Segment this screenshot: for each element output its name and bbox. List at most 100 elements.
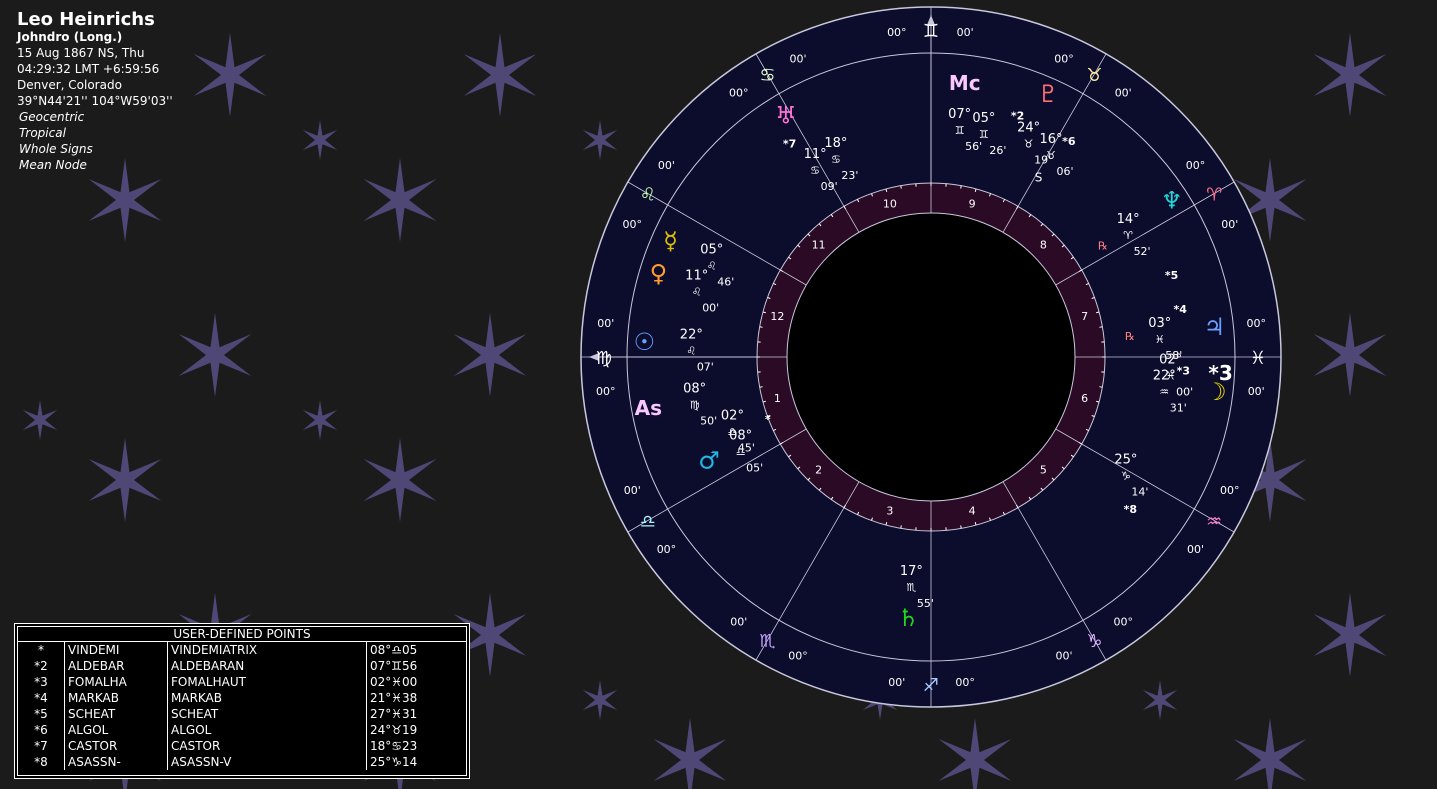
mars-minute: 05': [746, 462, 763, 475]
cusp-minute: 00': [624, 484, 641, 497]
zodiac-sign-icon: ♎: [640, 512, 656, 533]
neptune-sign: ♈: [1123, 229, 1133, 242]
mc-degree-2: 05°: [972, 111, 995, 126]
point-position: 18°♋23: [370, 739, 418, 753]
star-mark: *8: [18, 754, 65, 770]
uranus-minute-2: 23': [841, 169, 858, 182]
table-row: *8 ASASSN- ASASSN-V 25°♑14: [18, 754, 466, 770]
user-defined-points-panel: USER-DEFINED POINTS * VINDEMI VINDEMIATRIX…: [14, 623, 470, 779]
cusp-degree: 00°: [596, 385, 616, 398]
house-number: 6: [1081, 392, 1088, 405]
point-name: FOMALHAUT: [167, 674, 367, 690]
neptune-icon[interactable]: ♆: [1161, 187, 1183, 215]
mercury-minute: 46': [717, 275, 734, 288]
zodiac-sign-icon: ♓: [1250, 348, 1266, 369]
point-name: SCHEAT: [167, 706, 367, 722]
zodiac-sign-icon: ♒: [1206, 512, 1222, 533]
house-number: 4: [969, 505, 976, 518]
star-mark: *2: [18, 658, 65, 674]
point-abbrev: VINDEMI: [64, 642, 168, 658]
point-position: 21°♓38: [370, 691, 418, 705]
cusp-degree: 00°: [788, 650, 808, 663]
cusp-degree: 00°: [1246, 317, 1266, 330]
cusp-minute: 00': [1221, 218, 1238, 231]
cusp-minute: 00': [1248, 385, 1265, 398]
point-name: ALDEBARAN: [167, 658, 367, 674]
point-abbrev: SCHEAT: [64, 706, 168, 722]
sun-icon[interactable]: ☉: [634, 328, 656, 356]
uranus-icon[interactable]: ♅: [775, 101, 797, 129]
star-mark: *3: [18, 674, 65, 690]
venus-degree: 11°: [685, 268, 708, 283]
node-minute: 14': [1131, 486, 1148, 499]
star-mark: *5: [18, 706, 65, 722]
degree-tick: [960, 525, 962, 529]
mars-sign-2: ♎: [728, 425, 738, 438]
moon-minute: 31': [1170, 402, 1187, 415]
zodiac-sign-icon: ♉: [1086, 65, 1102, 86]
uranus-sign-2: ♋: [831, 153, 841, 166]
cusp-minute: 00': [730, 616, 747, 629]
jupiter-degree: 03°: [1148, 316, 1171, 331]
saturn-icon[interactable]: ♄: [897, 604, 919, 632]
fixed-star-mark: *2: [1011, 109, 1024, 122]
moon-degree: 22°: [1153, 369, 1176, 384]
fomalhaut-minute: 00': [1176, 386, 1193, 399]
zodiac-sign-icon: ♍: [596, 348, 612, 369]
point-name: ALGOL: [167, 722, 367, 738]
point-abbrev: ALDEBAR: [64, 658, 168, 674]
mars-minute-2: 45': [738, 441, 755, 454]
jupiter-icon[interactable]: ♃: [1204, 313, 1226, 341]
degree-tick: [900, 525, 902, 529]
point-name: ASASSN-V: [167, 754, 367, 770]
mars-icon[interactable]: ♂: [698, 447, 720, 475]
mercury-icon[interactable]: ☿: [663, 227, 678, 255]
sun-degree: 22°: [680, 327, 703, 342]
point-position: 08°♎05: [370, 643, 418, 657]
star-mark: *: [18, 642, 65, 658]
point-position: 24°♉19: [370, 723, 418, 737]
zodiac-sign-icon: ♋: [759, 65, 775, 86]
moon-icon[interactable]: ☽: [1205, 378, 1227, 406]
cusp-degree: 00°: [1113, 616, 1133, 629]
cusp-degree: 00°: [1220, 484, 1240, 497]
cusp-minute: 00': [789, 52, 806, 65]
venus-sign: ♌: [692, 285, 702, 298]
saturn-minute: 55': [917, 597, 934, 610]
house-number: 11: [812, 239, 826, 252]
point-name: MARKAB: [167, 690, 367, 706]
cusp-minute: 00': [1187, 543, 1204, 556]
fixed-star-mark: *7: [783, 137, 796, 150]
point-position: 27°♓31: [370, 707, 418, 721]
star-mark: *6: [18, 722, 65, 738]
cusp-minute: 00': [597, 317, 614, 330]
points-table: * VINDEMI VINDEMIATRIX 08°♎05 *2 ALDEBAR ALDEB…: [18, 642, 466, 770]
fixed-star-mark: *6: [1062, 135, 1076, 148]
zodiac-sign-icon: ♏: [759, 631, 775, 652]
pluto-minute-2: 06': [1056, 165, 1073, 178]
cusp-degree: 00°: [1186, 159, 1206, 172]
jupiter-retrograde-icon: ℞: [1125, 330, 1135, 343]
cusp-minute: 00': [1055, 650, 1072, 663]
mc-sign: ♊: [955, 124, 965, 137]
sun-sign: ♌: [686, 344, 696, 357]
house-number: 3: [886, 505, 893, 518]
uranus-minute: 09': [821, 180, 838, 193]
fixed-star-mark: *3: [1177, 365, 1190, 378]
mc-icon[interactable]: Mc: [949, 71, 981, 95]
point-abbrev: MARKAB: [64, 690, 168, 706]
degree-tick: [759, 386, 763, 388]
fixed-star-mark: *5: [1165, 269, 1178, 282]
fixed-star-mark: *8: [1124, 503, 1137, 516]
fixed-star-mark: *: [765, 413, 771, 426]
point-abbrev: FOMALHA: [64, 674, 168, 690]
pluto-station: S: [1035, 171, 1043, 185]
pluto-icon[interactable]: ♇: [1037, 80, 1059, 108]
neptune-degree: 14°: [1117, 212, 1140, 227]
node-degree: 25°: [1114, 453, 1137, 468]
degree-tick: [1099, 386, 1103, 388]
asc-icon[interactable]: As: [635, 396, 662, 420]
cusp-degree: 00°: [623, 218, 643, 231]
venus-icon[interactable]: ♀: [650, 260, 668, 288]
points-table-title: USER-DEFINED POINTS: [18, 627, 466, 642]
